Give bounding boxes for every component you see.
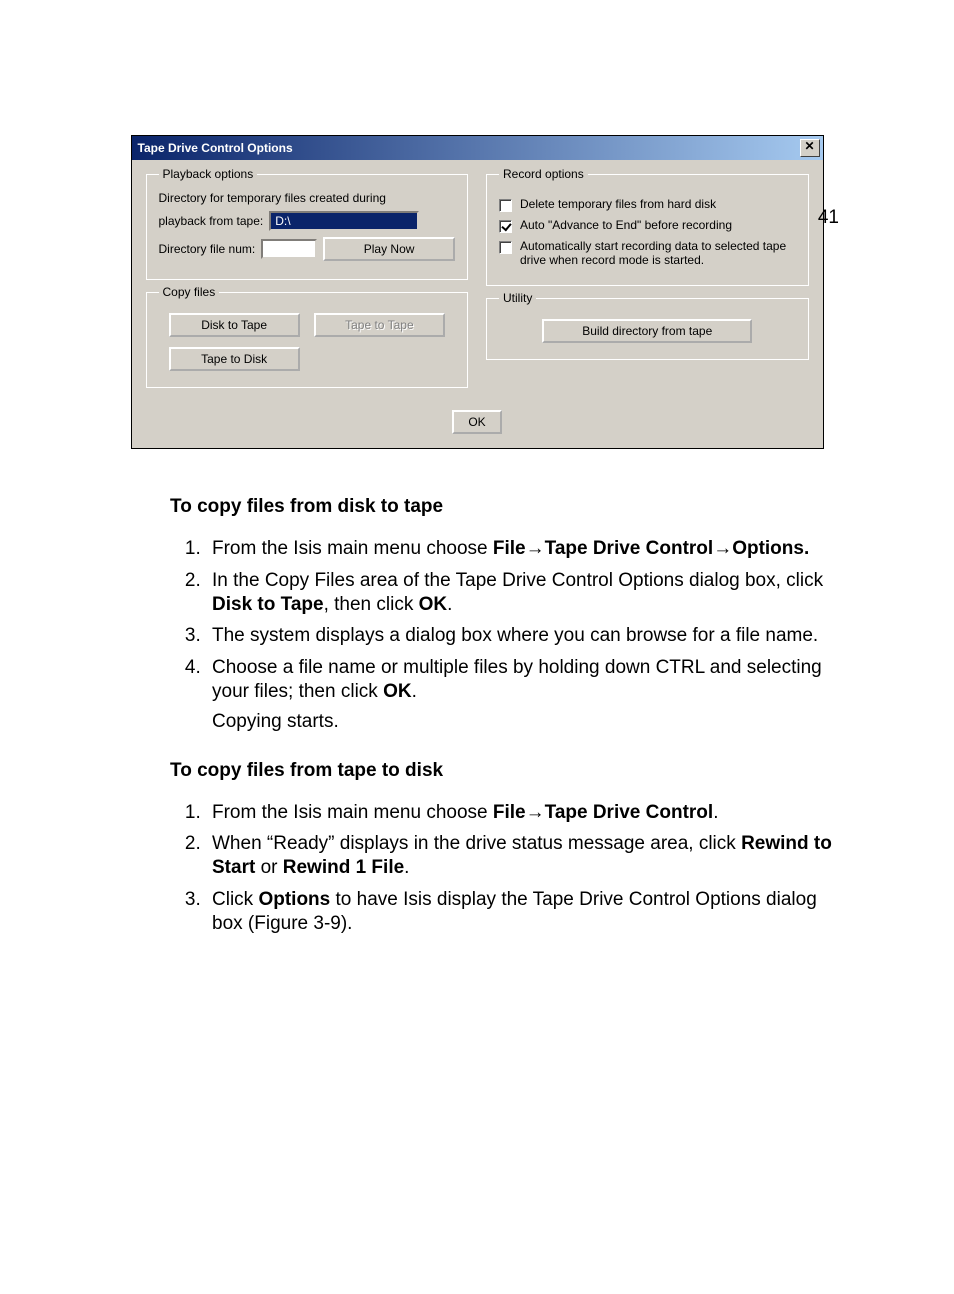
list-item: Choose a file name or multiple files by … [206, 656, 839, 735]
arrow-icon: → [526, 802, 545, 823]
close-icon: ✕ [804, 139, 814, 153]
utility-legend: Utility [499, 291, 536, 305]
text: . [404, 857, 409, 878]
followon-text: Copying starts. [212, 710, 839, 734]
ok-button[interactable]: OK [452, 410, 501, 434]
copy-files-group: Copy files Disk to Tape Tape to Tape Tap… [146, 292, 469, 388]
delete-temp-checkbox[interactable] [499, 199, 512, 212]
bold-text: Disk to Tape [212, 594, 324, 615]
dialog-screenshot: Tape Drive Control Options ✕ Playback op… [131, 135, 824, 449]
text: Click [212, 889, 258, 910]
list-item: The system displays a dialog box where y… [206, 624, 839, 648]
section2-heading: To copy files from tape to disk [170, 759, 839, 783]
copy-files-legend: Copy files [159, 285, 220, 299]
utility-group: Utility Build directory from tape [486, 298, 809, 360]
delete-temp-label: Delete temporary files from hard disk [520, 197, 716, 211]
text: . [713, 802, 718, 823]
text: In the Copy Files area of the Tape Drive… [212, 570, 823, 591]
bold-text: Tape Drive Control [545, 538, 714, 559]
tape-to-tape-button: Tape to Tape [314, 313, 445, 337]
record-legend: Record options [499, 167, 588, 181]
bold-text: File [493, 802, 526, 823]
bold-text: OK [419, 594, 448, 615]
play-now-button[interactable]: Play Now [323, 237, 455, 261]
text: From the Isis main menu choose [212, 802, 493, 823]
build-directory-button[interactable]: Build directory from tape [542, 319, 752, 343]
auto-start-record-checkbox[interactable] [499, 241, 512, 254]
dir-file-num-input[interactable] [261, 239, 317, 259]
text: , then click [324, 594, 419, 615]
playback-options-group: Playback options Directory for temporary… [146, 174, 469, 280]
bold-text: File [493, 538, 526, 559]
bold-text: Options [258, 889, 330, 910]
playback-dir-label2: playback from tape: [159, 214, 264, 228]
disk-to-tape-button[interactable]: Disk to Tape [169, 313, 300, 337]
playback-dir-label: Directory for temporary files created du… [159, 191, 456, 205]
arrow-icon: → [526, 538, 545, 559]
list-item: When “Ready” displays in the drive statu… [206, 832, 839, 881]
bold-text: Rewind 1 File [283, 857, 404, 878]
section1-heading: To copy files from disk to tape [170, 495, 839, 519]
text: or [255, 857, 282, 878]
arrow-icon: → [713, 538, 732, 559]
text: . [412, 681, 417, 702]
tape-to-disk-button[interactable]: Tape to Disk [169, 347, 300, 371]
list-item: Click Options to have Isis display the T… [206, 888, 839, 937]
document-body: To copy files from disk to tape From the… [170, 495, 839, 936]
text: From the Isis main menu choose [212, 538, 493, 559]
playback-dir-input[interactable] [269, 211, 419, 231]
text: When “Ready” displays in the drive statu… [212, 833, 741, 854]
bold-text: Tape Drive Control [545, 802, 714, 823]
auto-advance-checkbox[interactable] [499, 220, 512, 233]
close-button[interactable]: ✕ [800, 139, 820, 157]
bold-text: OK [383, 681, 412, 702]
titlebar: Tape Drive Control Options ✕ [132, 136, 823, 160]
bold-text: Options. [732, 538, 809, 559]
auto-start-record-label: Automatically start recording data to se… [520, 239, 796, 267]
list-item: From the Isis main menu choose File→Tape… [206, 537, 839, 561]
playback-legend: Playback options [159, 167, 258, 181]
dialog-title: Tape Drive Control Options [138, 141, 293, 155]
auto-advance-label: Auto "Advance to End" before recording [520, 218, 732, 232]
text: Choose a file name or multiple files by … [212, 657, 822, 702]
list-item: In the Copy Files area of the Tape Drive… [206, 569, 839, 618]
list-item: From the Isis main menu choose File→Tape… [206, 801, 839, 825]
dir-file-num-label: Directory file num: [159, 242, 256, 256]
record-options-group: Record options Delete temporary files fr… [486, 174, 809, 286]
text: . [447, 594, 452, 615]
tape-drive-control-options-dialog: Tape Drive Control Options ✕ Playback op… [131, 135, 824, 449]
page-number: 41 [818, 207, 839, 229]
dialog-body: Playback options Directory for temporary… [132, 160, 823, 448]
